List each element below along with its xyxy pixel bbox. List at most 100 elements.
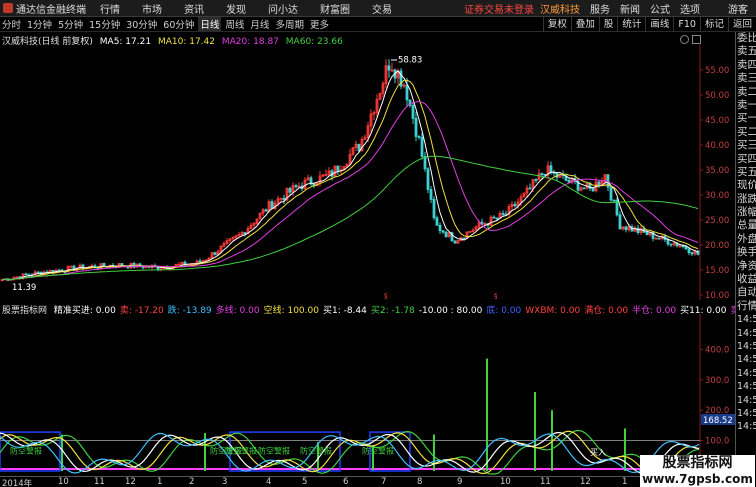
- date-label-3: 12: [125, 477, 136, 487]
- current-value-label: 168.52: [703, 416, 733, 426]
- menu-zixun[interactable]: 资讯: [184, 1, 204, 16]
- menu-fuwu[interactable]: 服务: [590, 1, 610, 16]
- menu-gongshi[interactable]: 公式: [650, 1, 670, 16]
- candle-body: [453, 240, 457, 244]
- candle-body: [405, 84, 409, 101]
- quote-field-14[interactable]: 总量: [736, 219, 756, 232]
- quote-field-0[interactable]: 委比: [736, 32, 756, 45]
- guest-account[interactable]: 游客: [728, 1, 748, 16]
- tool-fanhui-button[interactable]: 返回: [727, 16, 756, 32]
- quote-field-11[interactable]: 现价: [736, 179, 756, 192]
- quote-field-10[interactable]: 买五: [736, 166, 756, 179]
- low-price-label: 11.39: [12, 283, 36, 293]
- quote-field-5[interactable]: 卖一: [736, 99, 756, 112]
- price-tick-label: 30.00: [705, 191, 729, 201]
- candle-body: [591, 187, 595, 192]
- menu-shichang[interactable]: 市场: [142, 1, 162, 16]
- tool-f10-button[interactable]: F10: [673, 16, 700, 32]
- quote-field-4[interactable]: 卖二: [736, 86, 756, 99]
- candle-body: [501, 212, 505, 215]
- menu-faxian[interactable]: 发现: [226, 1, 246, 16]
- quote-field-12[interactable]: 涨跌: [736, 193, 756, 206]
- site-watermark: 股票指标网 www.7gpsb.com: [640, 455, 755, 487]
- candle-body: [270, 201, 274, 209]
- quote-field-15[interactable]: 外盘: [736, 233, 756, 246]
- candle-body: [357, 143, 361, 152]
- kline-chart[interactable]: 55.00 50.00 45.00 40.00 35.00 30.00 25.00 20.00…: [0, 45, 735, 300]
- period-weekly[interactable]: 周线: [223, 17, 246, 31]
- candle-body: [36, 271, 40, 274]
- chart-maximize-icon[interactable]: [692, 35, 701, 44]
- candle-body: [462, 237, 466, 240]
- menu-jiaoyi[interactable]: 交易: [372, 1, 392, 16]
- signal-marker-1: §: [494, 292, 498, 300]
- period-monthly[interactable]: 月线: [248, 17, 271, 31]
- candle-body: [567, 179, 571, 183]
- period-1min[interactable]: 1分钟: [25, 17, 54, 31]
- tick-time-3: 14:50: [737, 354, 756, 366]
- quote-field-19[interactable]: 自动: [736, 286, 756, 299]
- tool-biaoji-button[interactable]: 标记: [699, 16, 728, 32]
- period-multi[interactable]: 多周期: [273, 17, 306, 31]
- candle-body: [615, 200, 619, 216]
- date-label-11: 8: [417, 477, 423, 487]
- chart-tools: 复权 叠加 股 统计 画线 F10 标记 返回: [542, 16, 756, 32]
- annotation-6: 买入: [590, 448, 606, 457]
- candle-body: [387, 65, 391, 71]
- tool-gu-button[interactable]: 股: [598, 16, 618, 32]
- quote-field-18[interactable]: 收益: [736, 273, 756, 286]
- quote-field-2[interactable]: 卖四: [736, 59, 756, 72]
- login-warning[interactable]: 证券交易未登录: [464, 1, 534, 16]
- chart-settings-icon[interactable]: [680, 35, 689, 44]
- quote-field-20[interactable]: 行情: [736, 300, 756, 313]
- tool-fuquan-button[interactable]: 复权: [542, 16, 571, 32]
- tick-time-5: 14:50: [737, 381, 756, 393]
- candle-body: [432, 199, 436, 219]
- tool-diejia-button[interactable]: 叠加: [570, 16, 599, 32]
- date-label-8: 5: [302, 477, 308, 487]
- quote-field-7[interactable]: 买二: [736, 126, 756, 139]
- date-label-0: 2014年: [2, 479, 33, 487]
- candle-body: [423, 155, 427, 170]
- watermark-title: 股票指标网: [662, 455, 733, 471]
- quote-field-9[interactable]: 买四: [736, 153, 756, 166]
- date-label-6: 3: [222, 477, 228, 487]
- period-fenshi[interactable]: 分时: [0, 17, 23, 31]
- quote-field-17[interactable]: 净资: [736, 260, 756, 273]
- candle-body: [441, 230, 445, 233]
- signal-marker-0: §: [384, 292, 388, 300]
- period-30min[interactable]: 30分钟: [124, 17, 159, 31]
- tick-time-7: 14:50: [737, 407, 756, 419]
- date-label-1: 10: [58, 477, 69, 487]
- menu-hangqing[interactable]: 行情: [100, 1, 120, 16]
- quote-field-6[interactable]: 买一: [736, 112, 756, 125]
- price-tick-label: 15.00: [705, 266, 729, 276]
- candle-body: [495, 217, 499, 220]
- period-daily[interactable]: 日线: [198, 17, 222, 31]
- date-label-12: 9: [457, 477, 463, 487]
- quote-field-13[interactable]: 涨幅: [736, 206, 756, 219]
- quote-field-8[interactable]: 买三: [736, 139, 756, 152]
- price-tick-label: 20.00: [705, 241, 729, 251]
- tool-tongji-button[interactable]: 统计: [617, 16, 645, 32]
- candle-body: [690, 252, 694, 255]
- period-60min[interactable]: 60分钟: [161, 17, 196, 31]
- menu-wenxiaoda[interactable]: 问小达: [268, 1, 298, 16]
- menu-xinwen[interactable]: 新闻: [620, 1, 640, 16]
- quote-field-1[interactable]: 卖五: [736, 45, 756, 58]
- quote-field-16[interactable]: 换手: [736, 246, 756, 259]
- indicator-tick-label: 100.0: [705, 437, 729, 447]
- period-5min[interactable]: 5分钟: [56, 17, 85, 31]
- menu-xuanxiang[interactable]: 选项: [680, 1, 700, 16]
- tool-huaxian-button[interactable]: 画线: [645, 16, 673, 32]
- app-name: 通达信金融终端: [16, 4, 86, 16]
- period-15min[interactable]: 15分钟: [87, 17, 122, 31]
- quote-field-3[interactable]: 卖三: [736, 72, 756, 85]
- period-more[interactable]: 更多: [308, 17, 331, 31]
- period-toolbar: 分时 1分钟 5分钟 15分钟 30分钟 60分钟 日线 周线 月线 多周期 更…: [0, 16, 756, 32]
- indicator-chart[interactable]: 400.0300.0200.0100.0168.52防空警报 防空警报 防空警报 防空…: [0, 314, 735, 476]
- candle-body: [513, 203, 517, 207]
- candle-body: [420, 136, 424, 157]
- candle-body: [609, 186, 613, 201]
- menu-caifuquan[interactable]: 财富圈: [320, 1, 350, 16]
